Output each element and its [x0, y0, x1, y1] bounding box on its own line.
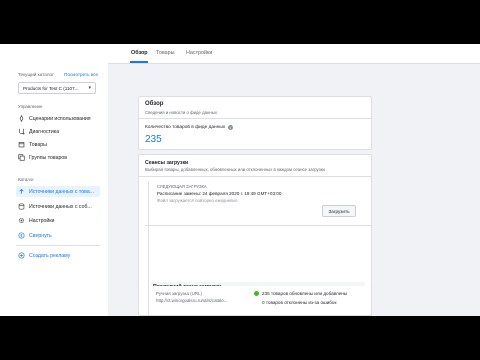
rocket-icon — [18, 115, 25, 122]
upload-button[interactable]: Загрузить — [322, 205, 356, 217]
sidebar-item-label: Товары — [29, 141, 47, 148]
upload-sessions-subtitle: Выбирая товары, добавленных, обновленных… — [145, 167, 325, 172]
sidebar-item-settings[interactable]: Настройки — [16, 215, 100, 226]
tab-overview[interactable]: Обзор — [131, 50, 148, 56]
count-label-row: Количество товаров в фиде данных i — [145, 125, 234, 130]
sidebar-item-label: Диагностика — [29, 128, 60, 135]
source-label: Ручная загрузка (URL) — [156, 291, 202, 296]
app-window: Текущий каталог Посмотреть все Products … — [0, 44, 480, 316]
tab-products[interactable]: Товары — [156, 50, 175, 56]
sidebar-item-use-cases[interactable]: Сценарии использования — [16, 113, 100, 124]
check-icon — [254, 291, 259, 296]
sidebar-item-products[interactable]: Товары — [16, 139, 100, 150]
stack-icon — [18, 154, 25, 161]
upload-divider — [139, 176, 371, 177]
overview-title: Обзор — [145, 101, 164, 107]
sidebar-item-product-sets[interactable]: Группы товаров — [16, 152, 100, 163]
plus-circle-icon — [18, 252, 25, 259]
collapse-button[interactable]: Свернуть — [16, 230, 100, 241]
schedule-note: Файл загружается повторно ежедневно — [157, 198, 238, 203]
tab-settings[interactable]: Настройки — [186, 50, 212, 56]
sidebar-item-label: Группы товаров — [29, 154, 68, 161]
overview-subtitle: Сведения и новости о фиде данных — [145, 110, 218, 115]
create-ad-label: Создать рекламу — [29, 252, 71, 259]
section-catalog: Каталог — [18, 177, 34, 182]
sidebar-item-label: Свернуть — [29, 232, 52, 239]
info-icon[interactable]: i — [228, 125, 234, 130]
catalog-select-value: Products for Test C (1107... — [23, 85, 79, 91]
upload-icon — [18, 188, 25, 195]
result-updated-row: 235 товаров обновлены или добавлены — [254, 291, 347, 296]
result-rejected: 0 товаров отклонены из-за ошибок — [262, 300, 337, 305]
see-all-link[interactable]: Посмотреть все — [64, 72, 98, 77]
main-content: Обзор Товары Настройки Обзор Сведения и … — [108, 44, 480, 316]
sidebar-item-label: Источники данных с соб... — [29, 203, 92, 210]
timeline-line-2 — [148, 286, 149, 316]
next-upload-label: Следующая загрузка — [157, 184, 207, 189]
stethoscope-icon — [18, 128, 25, 135]
result-updated: 235 товаров обновлены или добавлены — [262, 291, 348, 296]
catalog-header: Текущий каталог Посмотреть все — [18, 72, 98, 77]
schedule-text: Расписание замены: 24 февраля 2020 г. 19… — [157, 191, 282, 196]
sidebar: Текущий каталог Посмотреть все Products … — [0, 44, 109, 316]
last-session-body: Ручная загрузка (URL) http://ct.winorgoa… — [138, 286, 372, 316]
sidebar-item-label: Настройки — [29, 217, 55, 224]
create-ad-link[interactable]: Создать рекламу — [16, 250, 100, 261]
sidebar-item-diagnostics[interactable]: Диагностика — [16, 126, 100, 137]
sidebar-item-label: Источники данных с това... — [29, 188, 95, 195]
database-icon — [18, 203, 25, 210]
last-session-divider — [145, 225, 371, 226]
caret-down-icon: ▾ — [88, 85, 91, 91]
sidebar-item-product-data-sources[interactable]: Источники данных с това... — [16, 186, 100, 197]
box-icon — [18, 141, 25, 148]
catalog-label: Текущий каталог — [18, 72, 54, 77]
source-url[interactable]: http://ct.winorgoalsru.ru/utils/catalo..… — [156, 298, 227, 303]
catalog-select[interactable]: Products for Test C (1107... ▾ — [18, 82, 96, 94]
active-tab-indicator — [130, 61, 148, 63]
sidebar-item-event-data-sources[interactable]: Источники данных с соб... — [16, 201, 100, 212]
gear-icon — [18, 217, 25, 224]
sidebar-item-label: Сценарии использования — [29, 115, 91, 122]
collapse-icon — [18, 232, 25, 239]
overview-card: Обзор Сведения и новости о фиде данных К… — [138, 96, 372, 150]
count-label: Количество товаров в фиде данных — [145, 125, 226, 130]
tab-bar: Обзор Товары Настройки — [108, 44, 480, 64]
upload-sessions-title: Сеансы загрузки — [145, 160, 189, 166]
section-manage: Управление — [18, 104, 43, 109]
sidebar-divider — [16, 245, 100, 246]
product-count: 235 — [145, 134, 162, 145]
overview-divider — [139, 118, 371, 119]
